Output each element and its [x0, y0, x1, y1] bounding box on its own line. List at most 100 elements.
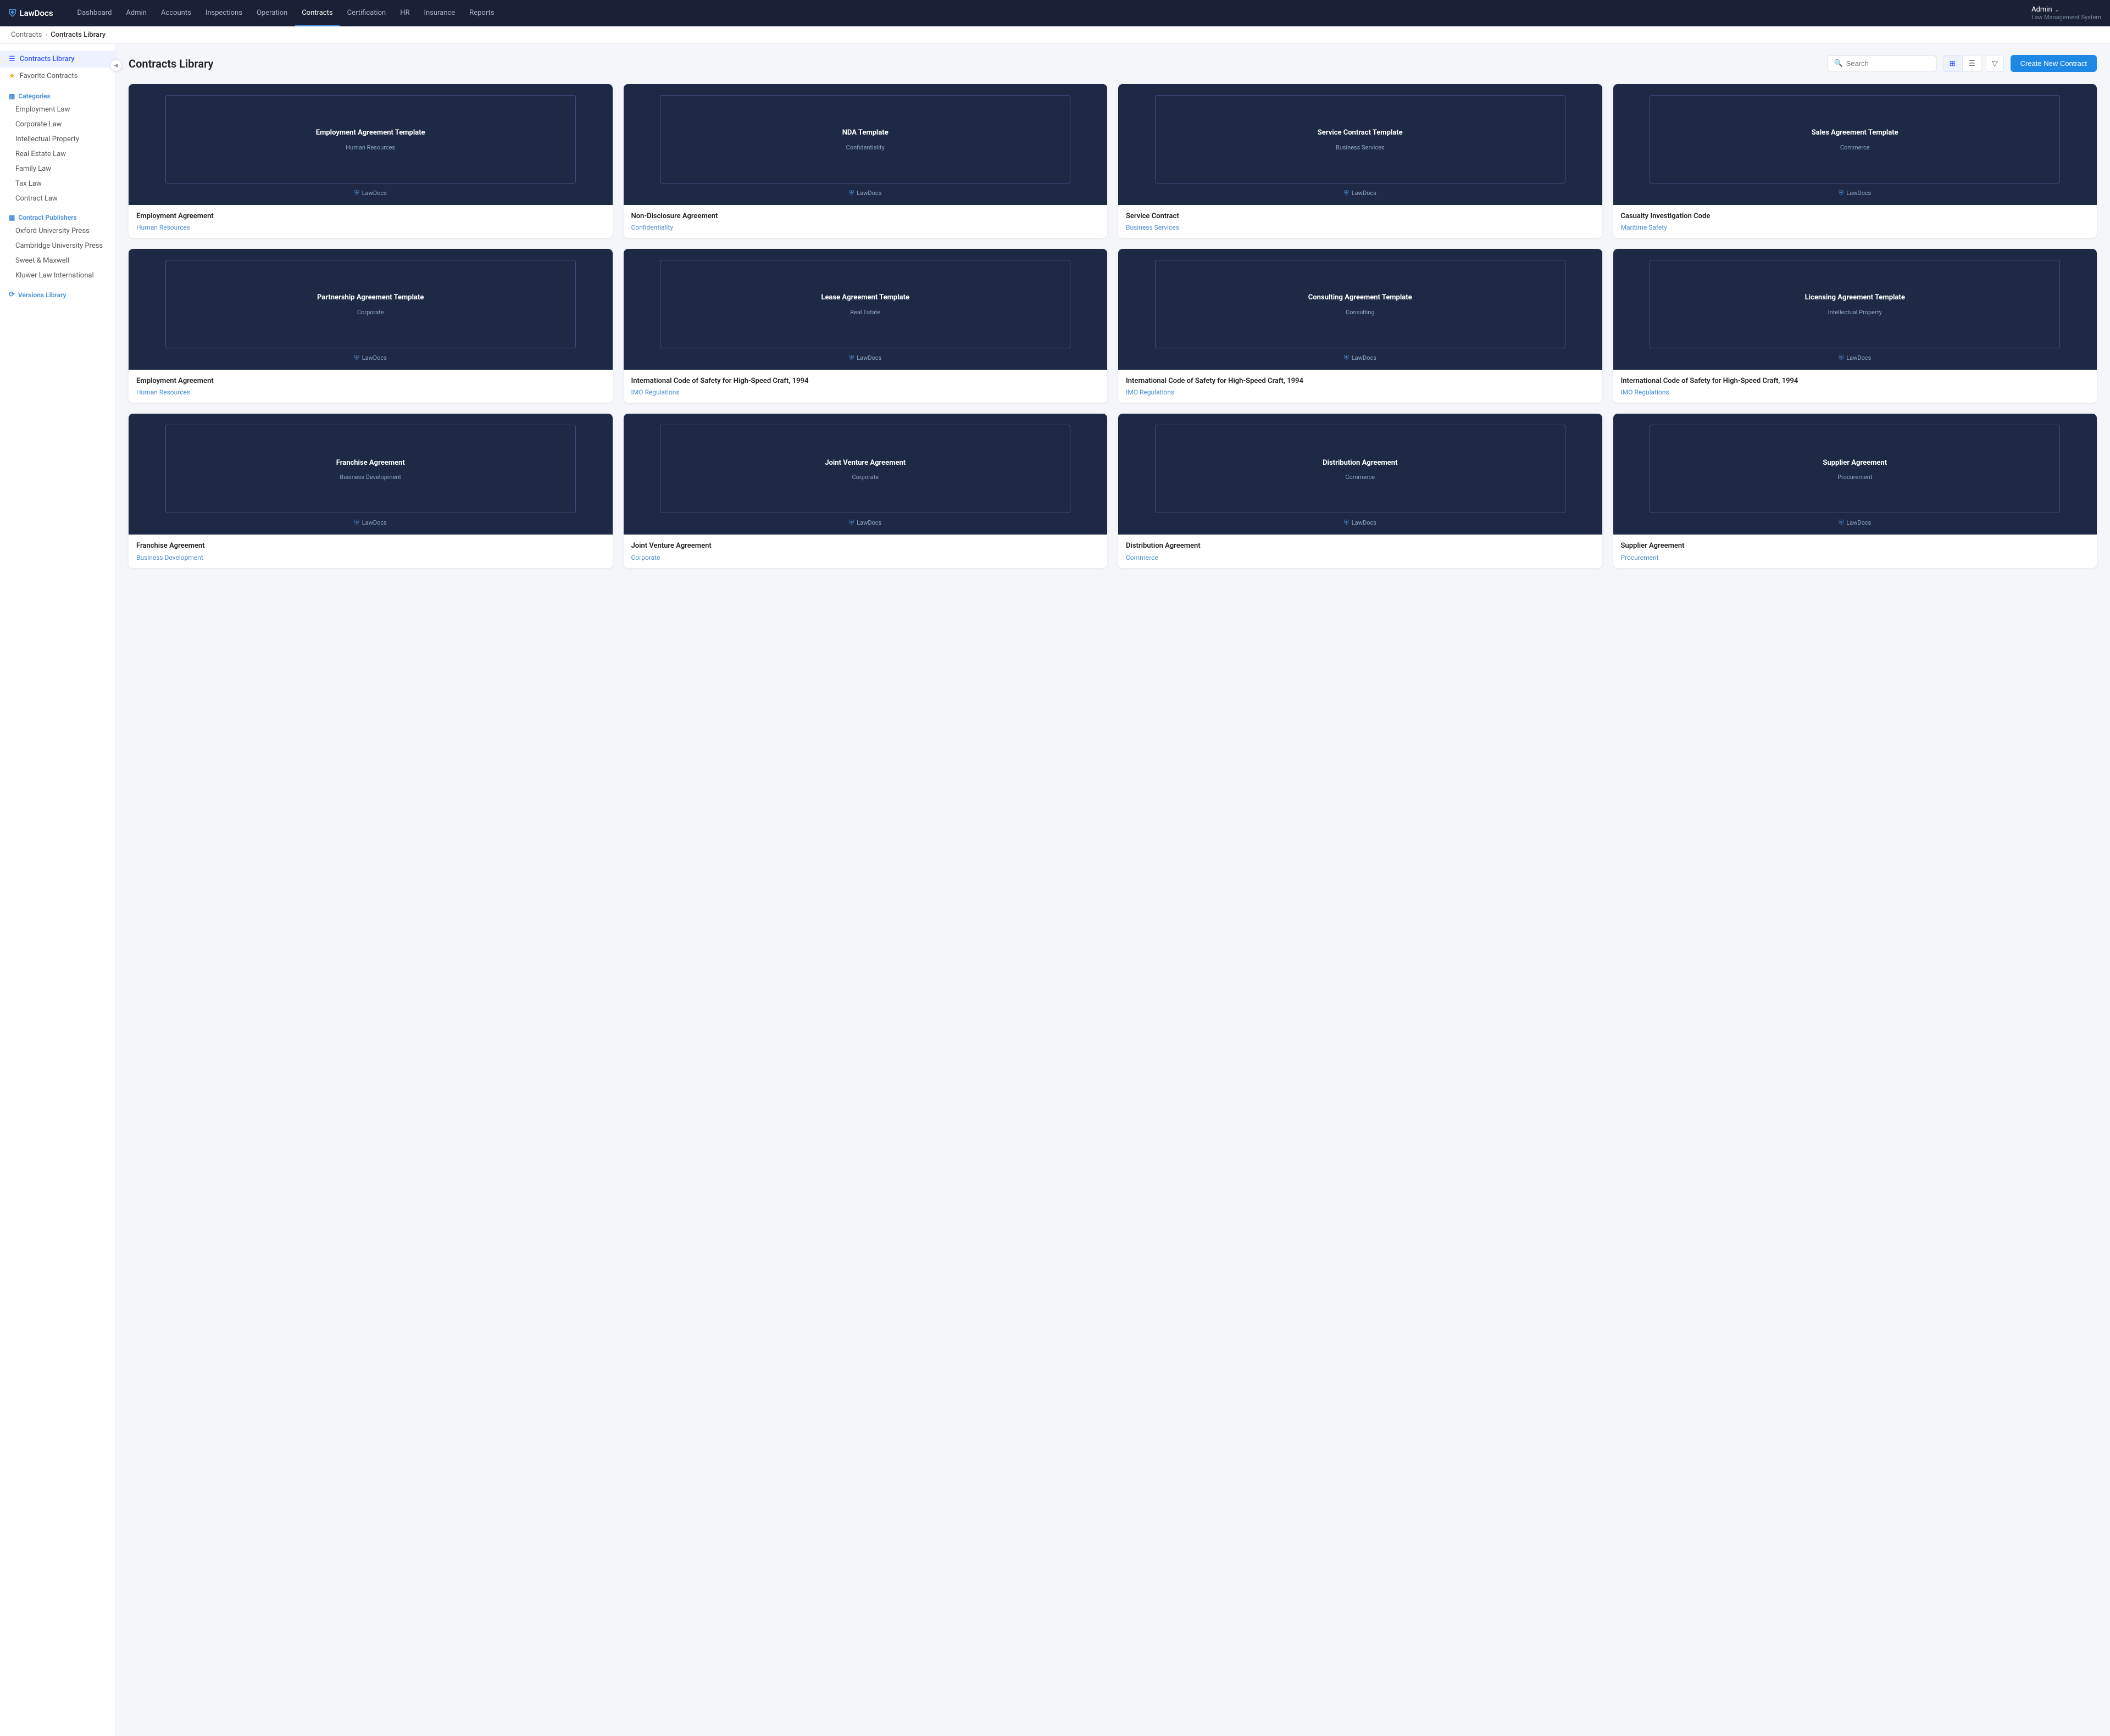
- sidebar-category-real-estate-law[interactable]: Real Estate Law: [0, 147, 115, 162]
- sidebar-item-contracts-library[interactable]: ☰ Contracts Library: [0, 51, 115, 68]
- content-header: Contracts Library 🔍 ⊞ ☰ ▽ Create New Con…: [129, 55, 2097, 72]
- contract-card[interactable]: Employment Agreement TemplateHuman Resou…: [129, 84, 613, 238]
- list-view-button[interactable]: ☰: [1962, 55, 1981, 72]
- sidebar-publisher-cambridge-university-press[interactable]: Cambridge University Press: [0, 238, 115, 253]
- contract-card[interactable]: Franchise Agreement Business Development ⛨…: [129, 414, 613, 567]
- card-category: Business Development: [136, 554, 605, 561]
- categories-label: Categories: [18, 92, 50, 100]
- card-cover: Employment Agreement TemplateHuman Resou…: [129, 84, 613, 205]
- card-cover-subtitle: Procurement: [1837, 474, 1872, 481]
- sidebar-publisher-kluwer-law-international[interactable]: Kluwer Law International: [0, 268, 115, 283]
- card-cover-inner: Lease Agreement Template Real Estate: [660, 260, 1070, 348]
- card-cover-subtitle: Commerce: [1345, 474, 1375, 481]
- card-cover-title: Distribution Agreement: [1323, 458, 1397, 469]
- card-category: Business Services: [1126, 224, 1595, 231]
- logo-text: LawDocs: [20, 8, 53, 18]
- contract-card[interactable]: Service Contract Template Business Servic…: [1118, 84, 1602, 238]
- card-lawdocs-logo: ⛨ LawDocs: [849, 519, 881, 527]
- card-category: IMO Regulations: [1621, 388, 2090, 396]
- nav-link-inspections[interactable]: Inspections: [199, 0, 249, 26]
- card-cover-title: Franchise Agreement: [336, 458, 405, 469]
- user-menu[interactable]: Admin ⌄ Law Management System: [2031, 5, 2101, 21]
- favorites-label: Favorite Contracts: [20, 72, 78, 80]
- nav-link-insurance[interactable]: Insurance: [418, 0, 462, 26]
- sidebar-category-intellectual-property[interactable]: Intellectual Property: [0, 132, 115, 147]
- nav-link-certification[interactable]: Certification: [341, 0, 393, 26]
- card-name: Employment Agreement: [136, 212, 605, 221]
- card-info: Casualty Investigation CodeMaritime Safe…: [1613, 205, 2097, 238]
- sidebar: ☰ Contracts Library ★ Favorite Contracts…: [0, 44, 115, 1736]
- card-cover-title: Service Contract Template: [1318, 127, 1403, 138]
- categories-list: Employment LawCorporate LawIntellectual …: [0, 102, 115, 206]
- nav-link-contracts[interactable]: Contracts: [295, 0, 339, 26]
- card-category: Maritime Safety: [1621, 224, 2090, 231]
- card-cover-subtitle: Commerce: [1840, 144, 1870, 151]
- card-category: Human Resources: [136, 224, 605, 231]
- card-cover-subtitle: Real Estate: [850, 309, 880, 316]
- card-cover: Joint Venture AgreementCorporate⛨ LawDoc…: [624, 414, 1108, 535]
- sidebar-category-employment-law[interactable]: Employment Law: [0, 102, 115, 117]
- sidebar-category-family-law[interactable]: Family Law: [0, 162, 115, 176]
- sidebar-toggle[interactable]: ◀: [110, 59, 122, 71]
- contract-card[interactable]: NDA TemplateConfidentiality⛨ LawDocsNon-…: [624, 84, 1108, 238]
- search-input[interactable]: [1846, 59, 1930, 68]
- sidebar-publisher-oxford-university-press[interactable]: Oxford University Press: [0, 224, 115, 238]
- card-cover-subtitle: Human Resources: [346, 144, 395, 151]
- card-cover-title: Supplier Agreement: [1823, 458, 1887, 469]
- search-box[interactable]: 🔍: [1827, 55, 1937, 71]
- versions-label: Versions Library: [18, 291, 66, 299]
- contract-card[interactable]: Partnership Agreement TemplateCorporate⛨…: [129, 249, 613, 403]
- sidebar-category-corporate-law[interactable]: Corporate Law: [0, 117, 115, 132]
- card-cover-inner: Employment Agreement TemplateHuman Resou…: [165, 95, 576, 183]
- card-lawdocs-logo: ⛨ LawDocs: [1344, 519, 1376, 527]
- breadcrumb-parent[interactable]: Contracts: [11, 31, 42, 39]
- versions-section-header[interactable]: ⟳ Versions Library: [0, 283, 115, 301]
- sidebar-category-contract-law[interactable]: Contract Law: [0, 191, 115, 206]
- star-icon: ★: [9, 72, 15, 80]
- contract-card[interactable]: Lease Agreement Template Real Estate ⛨ Law…: [624, 249, 1108, 403]
- contracts-library-label: Contracts Library: [20, 55, 75, 63]
- card-cover-inner: Licensing Agreement TemplateIntellectual…: [1650, 260, 2060, 348]
- breadcrumb-current: Contracts Library: [51, 31, 106, 39]
- contract-card[interactable]: Consulting Agreement TemplateConsulting⛨…: [1118, 249, 1602, 403]
- card-name: Employment Agreement: [136, 376, 605, 386]
- card-cover: Lease Agreement Template Real Estate ⛨ Law…: [624, 249, 1108, 370]
- contract-card[interactable]: Licensing Agreement TemplateIntellectual…: [1613, 249, 2097, 403]
- card-cover-inner: NDA TemplateConfidentiality: [660, 95, 1070, 183]
- card-lawdocs-logo: ⛨ LawDocs: [849, 354, 881, 362]
- sidebar-publisher-sweet-&-maxwell[interactable]: Sweet & Maxwell: [0, 253, 115, 268]
- card-cover-subtitle: Consulting: [1346, 309, 1374, 316]
- card-name: Non-Disclosure Agreement: [631, 212, 1100, 221]
- card-cover: Franchise AgreementBusiness Development⛨…: [129, 414, 613, 535]
- nav-link-dashboard[interactable]: Dashboard: [71, 0, 119, 26]
- card-name: International Code of Safety for High-Sp…: [1126, 376, 1595, 386]
- card-cover-title: Partnership Agreement Template: [317, 292, 424, 303]
- nav-link-hr[interactable]: HR: [393, 0, 416, 26]
- top-nav: ⛨ LawDocs DashboardAdminAccountsInspecti…: [0, 0, 2110, 26]
- contract-card[interactable]: Sales Agreement TemplateCommerce⛨ LawDoc…: [1613, 84, 2097, 238]
- contract-card[interactable]: Joint Venture AgreementCorporate⛨ LawDoc…: [624, 414, 1108, 567]
- grid-view-button[interactable]: ⊞: [1944, 55, 1962, 72]
- publishers-list: Oxford University PressCambridge Univers…: [0, 224, 115, 283]
- logo[interactable]: ⛨ LawDocs: [9, 8, 53, 19]
- card-lawdocs-logo: ⛨ LawDocs: [1344, 189, 1376, 197]
- nav-link-accounts[interactable]: Accounts: [154, 0, 198, 26]
- card-lawdocs-logo: ⛨ LawDocs: [354, 354, 387, 362]
- contract-card[interactable]: Supplier AgreementProcurement⛨ LawDocsSu…: [1613, 414, 2097, 567]
- card-lawdocs-logo: ⛨ LawDocs: [354, 189, 387, 197]
- card-info: Employment AgreementHuman Resources: [129, 370, 613, 403]
- create-contract-button[interactable]: Create New Contract: [2011, 55, 2097, 72]
- sidebar-item-favorites[interactable]: ★ Favorite Contracts: [0, 68, 115, 85]
- nav-link-reports[interactable]: Reports: [463, 0, 501, 26]
- card-name: Service Contract: [1126, 212, 1595, 221]
- nav-link-admin[interactable]: Admin: [119, 0, 153, 26]
- nav-link-operation[interactable]: Operation: [250, 0, 294, 26]
- chevron-down-icon: ⌄: [2055, 6, 2059, 13]
- contract-card[interactable]: Distribution AgreementCommerce⛨ LawDocsD…: [1118, 414, 1602, 567]
- card-cover-subtitle: Confidentiality: [846, 144, 885, 151]
- sidebar-category-tax-law[interactable]: Tax Law: [0, 176, 115, 191]
- filter-button[interactable]: ▽: [1986, 55, 2004, 72]
- card-lawdocs-logo: ⛨ LawDocs: [354, 519, 387, 527]
- card-cover-title: Lease Agreement Template: [821, 292, 909, 303]
- card-info: Employment Agreement Human Resources: [129, 205, 613, 238]
